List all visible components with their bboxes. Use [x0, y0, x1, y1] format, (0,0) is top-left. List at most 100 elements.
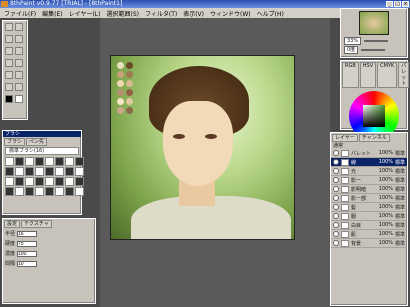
layer-row[interactable]: 線 100% 標準 [331, 158, 407, 167]
density-field[interactable] [17, 251, 38, 257]
palette-swatch[interactable] [117, 89, 124, 96]
layer-row[interactable]: 白目 100% 標準 [331, 221, 407, 230]
tab-layer[interactable]: レイヤー [332, 134, 358, 142]
brush-item[interactable] [55, 177, 64, 186]
layer-row[interactable]: 影ー 100% 標準 [331, 176, 407, 185]
visibility-eye-icon[interactable] [333, 231, 339, 237]
visibility-eye-icon[interactable] [333, 204, 339, 210]
artwork-canvas[interactable] [110, 55, 295, 240]
angle-field[interactable]: 0度 [344, 46, 359, 54]
brush-tool-icon[interactable] [5, 47, 13, 55]
layer-row[interactable]: 髪 100% 標準 [331, 203, 407, 212]
layer-row[interactable]: 光 100% 標準 [331, 167, 407, 176]
brush-item[interactable] [5, 187, 14, 196]
layer-row[interactable]: 服 100% 標準 [331, 212, 407, 221]
brush-item[interactable] [55, 157, 64, 166]
visibility-eye-icon[interactable] [333, 150, 339, 156]
tab-pen-tip[interactable]: ペン先 [25, 138, 47, 146]
move-tool-icon[interactable] [15, 23, 23, 31]
menu-view[interactable]: 表示(V) [183, 9, 204, 18]
brush-item[interactable] [35, 157, 44, 166]
tab-settings[interactable]: 設定 [4, 220, 21, 228]
navigator-preview[interactable] [359, 11, 389, 35]
maximize-button[interactable]: □ [394, 1, 401, 7]
palette-swatch[interactable] [126, 98, 133, 105]
palette-swatch[interactable] [117, 62, 124, 69]
tab-channel[interactable]: チャンネル [358, 134, 390, 142]
layer-row[interactable]: 背景 100% 標準 [331, 239, 407, 248]
brush-item[interactable] [15, 187, 24, 196]
foreground-color-swatch[interactable] [5, 95, 13, 103]
brush-item[interactable] [25, 187, 34, 196]
brush-item[interactable] [35, 177, 44, 186]
menu-file[interactable]: ファイル(F) [4, 9, 36, 18]
menu-layer[interactable]: レイヤー(L) [69, 9, 101, 18]
palette-swatch[interactable] [126, 62, 133, 69]
brush-item[interactable] [45, 167, 54, 176]
brush-item[interactable] [75, 177, 84, 186]
brush-item[interactable] [35, 167, 44, 176]
visibility-eye-icon[interactable] [333, 177, 339, 183]
pen-tool-icon[interactable] [15, 47, 23, 55]
wand-tool-icon[interactable] [15, 35, 23, 43]
layer-row[interactable]: 影明暗 100% 標準 [331, 185, 407, 194]
visibility-eye-icon[interactable] [333, 159, 339, 165]
brush-item[interactable] [5, 157, 14, 166]
brush-item[interactable] [45, 187, 54, 196]
menu-select[interactable]: 選択範囲(S) [106, 9, 139, 18]
palette-swatch[interactable] [126, 80, 133, 87]
spacing-field[interactable] [17, 261, 38, 267]
visibility-eye-icon[interactable] [333, 168, 339, 174]
close-button[interactable]: × [402, 1, 409, 7]
radius-field[interactable] [17, 231, 38, 237]
hardness-field[interactable] [17, 241, 38, 247]
visibility-eye-icon[interactable] [333, 195, 339, 201]
tab-brush[interactable]: ブラシ [4, 138, 25, 146]
eyedropper-tool-icon[interactable] [15, 71, 23, 79]
palette-swatch[interactable] [117, 107, 124, 114]
brush-item[interactable] [5, 167, 14, 176]
select-tool-icon[interactable] [5, 23, 13, 31]
brush-item[interactable] [15, 177, 24, 186]
brush-item[interactable] [15, 157, 24, 166]
palette-swatch[interactable] [126, 89, 133, 96]
palette-swatch[interactable] [126, 107, 133, 114]
menu-filter[interactable]: フィルタ(T) [145, 9, 177, 18]
angle-slider[interactable] [361, 49, 386, 51]
visibility-eye-icon[interactable] [333, 240, 339, 246]
brush-item[interactable] [75, 167, 84, 176]
brush-item[interactable] [75, 157, 84, 166]
text-tool-icon[interactable] [5, 71, 13, 79]
color-square[interactable] [363, 105, 385, 127]
brush-item[interactable] [65, 167, 74, 176]
tab-hsv[interactable]: HSV [359, 62, 377, 88]
menu-window[interactable]: ウィンドウ(W) [210, 9, 251, 18]
visibility-eye-icon[interactable] [333, 222, 339, 228]
palette-swatch[interactable] [117, 71, 124, 78]
brush-item[interactable] [65, 187, 74, 196]
zoom-field[interactable]: 33% [344, 37, 362, 45]
brush-item[interactable] [25, 167, 34, 176]
eraser-tool-icon[interactable] [5, 59, 13, 67]
palette-swatch[interactable] [117, 80, 124, 87]
visibility-eye-icon[interactable] [333, 186, 339, 192]
brush-item[interactable] [25, 157, 34, 166]
background-color-swatch[interactable] [15, 95, 23, 103]
brush-item[interactable] [55, 187, 64, 196]
visibility-eye-icon[interactable] [333, 213, 339, 219]
brush-item[interactable] [55, 167, 64, 176]
tab-cmyk[interactable]: CMYK [377, 62, 398, 88]
fill-tool-icon[interactable] [15, 59, 23, 67]
layer-row[interactable]: パレット 100% 標準 [331, 149, 407, 158]
menu-help[interactable]: ヘルプ(H) [257, 9, 284, 18]
menu-edit[interactable]: 編集(E) [42, 9, 62, 18]
brush-item[interactable] [25, 177, 34, 186]
brush-item[interactable] [35, 187, 44, 196]
tab-rgb[interactable]: RGB [342, 62, 359, 88]
brush-item[interactable] [45, 157, 54, 166]
brush-item[interactable] [45, 177, 54, 186]
zoom-tool-icon[interactable] [15, 83, 23, 91]
brush-item[interactable] [65, 157, 74, 166]
zoom-slider[interactable] [364, 40, 389, 42]
brush-item[interactable] [15, 167, 24, 176]
